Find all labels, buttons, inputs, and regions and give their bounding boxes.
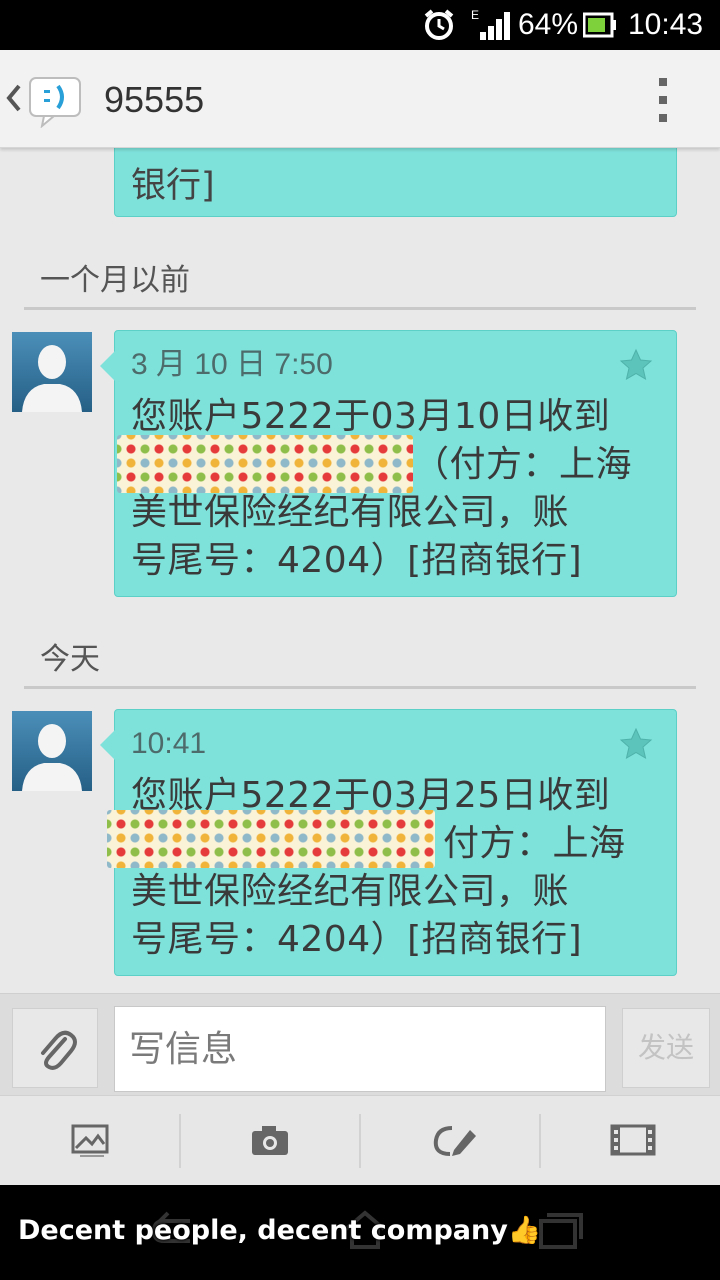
- status-bar: E 64% 10:43: [0, 0, 720, 50]
- photo-caption: Decent people, decent company👍: [18, 1215, 542, 1246]
- camera-button[interactable]: [180, 1096, 360, 1186]
- star-icon[interactable]: [618, 347, 654, 383]
- battery-percent: 64%: [518, 8, 579, 41]
- conversation-title: 95555: [104, 79, 205, 120]
- message-line: 您账户5222于03月10日收到: [131, 396, 611, 437]
- message-bubble-partial[interactable]: 银行]: [114, 148, 677, 217]
- date-divider-label: 今天: [40, 642, 100, 677]
- contact-avatar[interactable]: [12, 711, 92, 791]
- paperclip-icon: [41, 1030, 77, 1070]
- message-input[interactable]: 写信息: [114, 1006, 606, 1092]
- redaction-mask: [107, 810, 435, 868]
- person-icon: [12, 711, 92, 791]
- bubble-tail: [100, 351, 115, 381]
- doodle-button[interactable]: [360, 1096, 540, 1186]
- image-icon: [71, 1124, 109, 1157]
- bubble-tail: [100, 730, 115, 760]
- doodle-icon: [433, 1126, 476, 1156]
- message-line: 美世保险经纪有限公司，账: [131, 492, 570, 533]
- star-icon[interactable]: [618, 726, 654, 762]
- message-body: 您账户5222于03月25日收到 付方：上海 美世保险经纪有限公司，账 号尾号：…: [131, 772, 661, 964]
- send-button[interactable]: 发送: [622, 1008, 710, 1088]
- message-line: 号尾号：4204）[招商银行]: [131, 540, 583, 581]
- media-toolbar: [0, 1095, 720, 1185]
- camera-icon: [252, 1126, 288, 1155]
- message-list[interactable]: 银行] 一个月以前 3 月 10 日 7:50 您账户5222于03月10日收到…: [0, 148, 720, 993]
- person-icon: [12, 332, 92, 412]
- network-type: E: [471, 8, 479, 22]
- battery-icon: [583, 12, 616, 38]
- message-line: 号尾号：4204）[招商银行]: [131, 919, 583, 960]
- message-line: 美世保险经纪有限公司，账: [131, 871, 570, 912]
- date-divider-line: [24, 307, 696, 310]
- message-input-placeholder: 写信息: [129, 1029, 238, 1070]
- attach-button[interactable]: [12, 1008, 98, 1088]
- date-divider-line: [24, 686, 696, 689]
- compose-bar: 写信息 发送: [0, 993, 720, 1095]
- insert-image-button[interactable]: [0, 1096, 180, 1186]
- messaging-app-icon[interactable]: [26, 72, 84, 128]
- back-icon[interactable]: [6, 78, 22, 118]
- message-bubble[interactable]: 3 月 10 日 7:50 您账户5222于03月10日收到 （付方：上海 美世…: [100, 330, 677, 597]
- message-timestamp: 10:41: [131, 727, 207, 760]
- contact-avatar[interactable]: [12, 332, 92, 412]
- overflow-menu-icon[interactable]: [648, 72, 678, 128]
- video-icon: [610, 1124, 656, 1156]
- action-bar: 95555: [0, 50, 720, 148]
- alarm-clock-icon: [424, 9, 454, 40]
- insert-video-button[interactable]: [540, 1096, 720, 1186]
- signal-icon: E: [471, 8, 510, 40]
- clock: 10:43: [628, 8, 704, 41]
- message-text: 银行]: [131, 166, 215, 206]
- date-divider-label: 一个月以前: [40, 263, 190, 298]
- redaction-mask: [117, 435, 413, 493]
- message-timestamp: 3 月 10 日 7:50: [131, 348, 333, 381]
- message-bubble[interactable]: 10:41 您账户5222于03月25日收到 付方：上海 美世保险经纪有限公司，…: [100, 709, 677, 976]
- recent-apps-icon[interactable]: [535, 1205, 585, 1255]
